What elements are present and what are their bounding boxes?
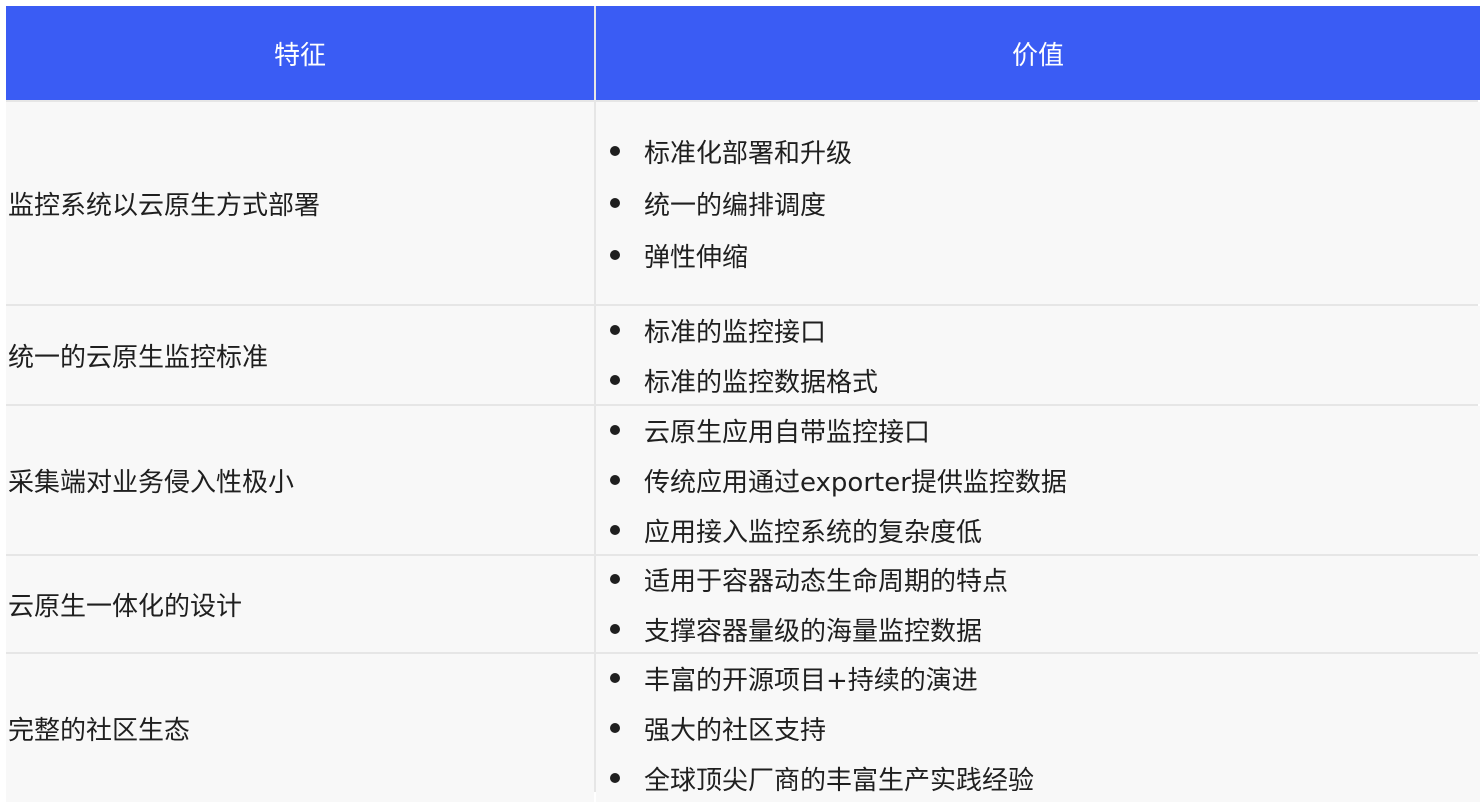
header-value: 价值 — [596, 6, 1480, 100]
bullet-icon — [610, 325, 620, 335]
header-value-label: 价值 — [1011, 40, 1064, 71]
list-item: 统一的编排调度 — [604, 177, 852, 229]
bullet-icon — [610, 773, 620, 783]
list-item: 传统应用通过exporter提供监控数据 — [604, 455, 1067, 505]
table-row-values: 丰富的开源项目+持续的演进 强大的社区支持 全球顶尖厂商的丰富生产实践经验 — [596, 654, 1480, 802]
value-text: 弹性伸缩 — [644, 242, 749, 273]
bullet-icon — [610, 250, 620, 260]
table-row-feature: 监控系统以云原生方式部署 — [6, 102, 594, 304]
list-item: 应用接入监控系统的复杂度低 — [604, 505, 1067, 555]
table-row-values: 云原生应用自带监控接口 传统应用通过exporter提供监控数据 应用接入监控系… — [596, 406, 1480, 554]
feature-value-table: 特征 价值 监控系统以云原生方式部署 标准化部署和升级 统一的编排调度 弹性伸缩… — [6, 6, 1480, 802]
bullet-icon — [610, 475, 620, 485]
value-list: 标准化部署和升级 统一的编排调度 弹性伸缩 — [596, 125, 852, 281]
list-item: 标准化部署和升级 — [604, 125, 852, 177]
header-feature: 特征 — [6, 6, 594, 100]
value-list: 云原生应用自带监控接口 传统应用通过exporter提供监控数据 应用接入监控系… — [596, 405, 1067, 555]
value-text: 云原生应用自带监控接口 — [644, 417, 931, 448]
value-text: 统一的编排调度 — [644, 190, 827, 221]
table-row-feature: 完整的社区生态 — [6, 654, 594, 802]
list-item: 标准的监控接口 — [604, 305, 878, 355]
bullet-icon — [610, 525, 620, 535]
bullet-icon — [610, 146, 620, 156]
value-text: 丰富的开源项目+持续的演进 — [644, 665, 978, 696]
table-row-values: 适用于容器动态生命周期的特点 支撑容器量级的海量监控数据 — [596, 556, 1480, 652]
value-text: 全球顶尖厂商的丰富生产实践经验 — [644, 765, 1035, 796]
feature-text: 监控系统以云原生方式部署 — [8, 190, 321, 221]
list-item: 支撑容器量级的海量监控数据 — [604, 604, 1008, 654]
bullet-icon — [610, 198, 620, 208]
table-row-feature: 统一的云原生监控标准 — [6, 306, 594, 404]
list-item: 适用于容器动态生命周期的特点 — [604, 554, 1008, 604]
list-item: 弹性伸缩 — [604, 229, 852, 281]
table-row-values: 标准化部署和升级 统一的编排调度 弹性伸缩 — [596, 102, 1480, 304]
feature-text: 采集端对业务侵入性极小 — [8, 467, 295, 498]
bullet-icon — [610, 574, 620, 584]
value-text: 标准的监控接口 — [644, 317, 827, 348]
header-feature-label: 特征 — [273, 40, 326, 71]
list-item: 云原生应用自带监控接口 — [604, 405, 1067, 455]
list-item: 丰富的开源项目+持续的演进 — [604, 653, 1034, 703]
value-text: 应用接入监控系统的复杂度低 — [644, 517, 983, 548]
value-text: 标准化部署和升级 — [644, 138, 853, 169]
list-item: 强大的社区支持 — [604, 703, 1034, 753]
bullet-icon — [610, 375, 620, 385]
value-text: 适用于容器动态生命周期的特点 — [644, 566, 1009, 597]
bullet-icon — [610, 624, 620, 634]
table-row-feature: 云原生一体化的设计 — [6, 556, 594, 652]
bullet-icon — [610, 425, 620, 435]
feature-text: 完整的社区生态 — [8, 715, 191, 746]
value-text: 标准的监控数据格式 — [644, 367, 879, 398]
list-item: 全球顶尖厂商的丰富生产实践经验 — [604, 753, 1034, 803]
value-text: 强大的社区支持 — [644, 715, 827, 746]
table-row-values: 标准的监控接口 标准的监控数据格式 — [596, 306, 1480, 404]
value-list: 丰富的开源项目+持续的演进 强大的社区支持 全球顶尖厂商的丰富生产实践经验 — [596, 653, 1034, 803]
value-text: 传统应用通过exporter提供监控数据 — [644, 467, 1067, 498]
bullet-icon — [610, 673, 620, 683]
table-row-feature: 采集端对业务侵入性极小 — [6, 406, 594, 554]
feature-text: 统一的云原生监控标准 — [8, 342, 269, 373]
value-list: 适用于容器动态生命周期的特点 支撑容器量级的海量监控数据 — [596, 554, 1008, 654]
value-list: 标准的监控接口 标准的监控数据格式 — [596, 305, 878, 405]
bullet-icon — [610, 723, 620, 733]
value-text: 支撑容器量级的海量监控数据 — [644, 616, 983, 647]
list-item: 标准的监控数据格式 — [604, 355, 878, 405]
feature-text: 云原生一体化的设计 — [8, 591, 243, 622]
